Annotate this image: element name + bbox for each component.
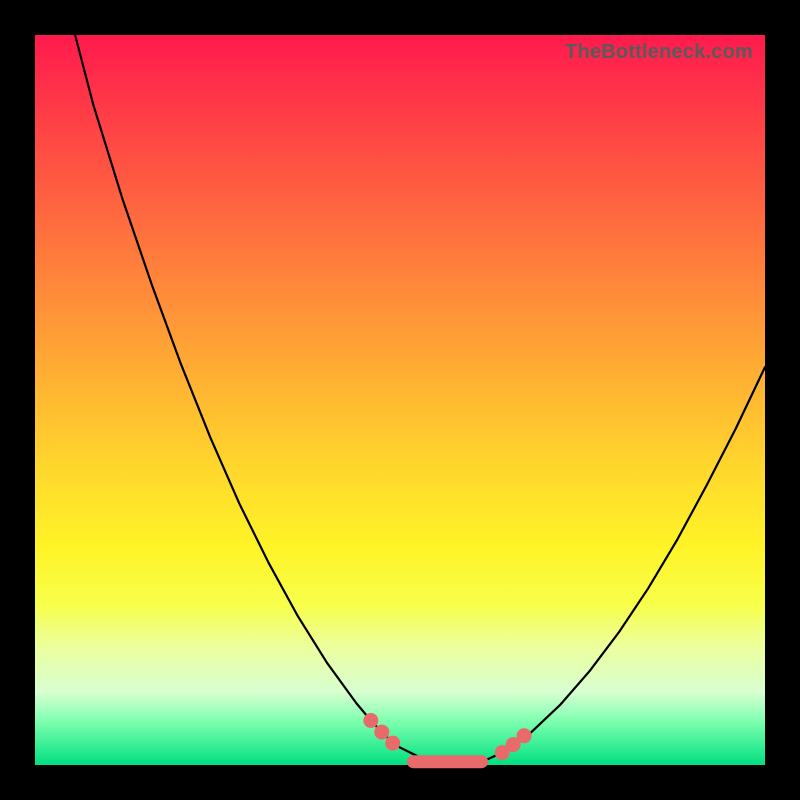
trough-markers [364,714,531,768]
bottleneck-curve [75,35,765,764]
chart-svg [35,35,765,765]
chart-frame: TheBottleneck.com [0,0,800,800]
plot-area: TheBottleneck.com [35,35,765,765]
